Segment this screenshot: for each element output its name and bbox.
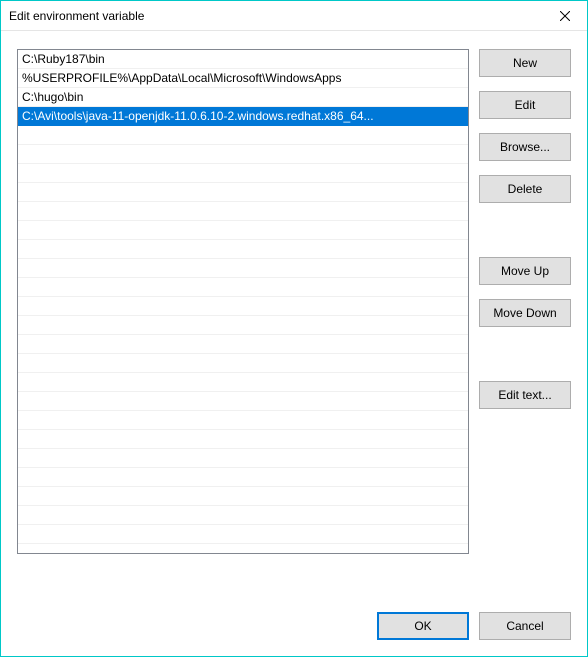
list-item[interactable]: C:\hugo\bin [18,88,468,107]
path-listbox[interactable]: C:\Ruby187\bin %USERPROFILE%\AppData\Loc… [17,49,469,554]
cancel-button[interactable]: Cancel [479,612,571,640]
close-icon [560,11,570,21]
ok-button[interactable]: OK [377,612,469,640]
move-down-button[interactable]: Move Down [479,299,571,327]
dialog-footer: OK Cancel [17,590,571,640]
close-button[interactable] [542,1,587,30]
new-button[interactable]: New [479,49,571,77]
list-item[interactable]: C:\Ruby187\bin [18,50,468,69]
delete-button[interactable]: Delete [479,175,571,203]
main-row: C:\Ruby187\bin %USERPROFILE%\AppData\Loc… [17,49,571,590]
edit-button[interactable]: Edit [479,91,571,119]
browse-button[interactable]: Browse... [479,133,571,161]
titlebar: Edit environment variable [1,1,587,31]
list-item[interactable]: C:\Avi\tools\java-11-openjdk-11.0.6.10-2… [18,107,468,126]
window-title: Edit environment variable [9,9,144,23]
dialog-content: C:\Ruby187\bin %USERPROFILE%\AppData\Loc… [1,31,587,656]
list-item[interactable]: %USERPROFILE%\AppData\Local\Microsoft\Wi… [18,69,468,88]
button-column: New Edit Browse... Delete Move Up Move D… [479,49,571,590]
move-up-button[interactable]: Move Up [479,257,571,285]
list-inner: C:\Ruby187\bin %USERPROFILE%\AppData\Loc… [18,50,468,553]
edit-text-button[interactable]: Edit text... [479,381,571,409]
